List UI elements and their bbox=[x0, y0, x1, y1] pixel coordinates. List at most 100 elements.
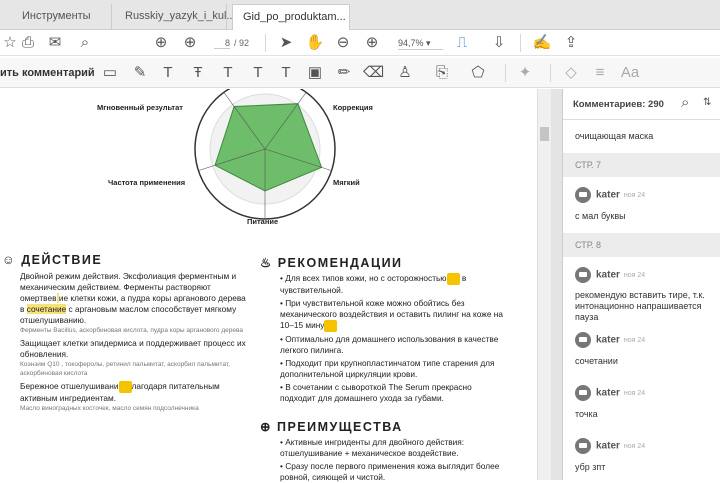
comment-header[interactable]: kater ноя 24 bbox=[575, 267, 645, 283]
action-p2: Защищает клетки эпидермиса и поддерживае… bbox=[20, 338, 246, 359]
shapes-icon[interactable]: ⬠ bbox=[468, 64, 488, 82]
comment-header[interactable]: kater ноя 24 bbox=[575, 385, 645, 401]
comment-text: сочетании bbox=[575, 356, 618, 366]
rec-item: Для всех типов кожи, но с осторожностью bbox=[285, 273, 447, 284]
action-p3a: Бережное отшелушивани bbox=[20, 381, 119, 392]
section-action: ☺ ДЕЙСТВИЕ Двойной режим действия. Эксфо… bbox=[2, 253, 252, 413]
radar-label-instant: Мгновенный результат bbox=[97, 103, 183, 112]
head-icon: ☺ bbox=[2, 253, 17, 267]
attach-icon[interactable]: ⎘ bbox=[432, 64, 452, 82]
zoom-value: 94,7% bbox=[398, 38, 424, 48]
add-text-icon[interactable]: T bbox=[276, 64, 296, 82]
pencil-icon[interactable]: ✏ bbox=[334, 64, 354, 82]
zoom-out-icon[interactable]: ⊖ bbox=[333, 34, 353, 52]
page-total: / 92 bbox=[234, 38, 250, 48]
page-header-8: СТР. 8 bbox=[563, 233, 720, 257]
page-number-input[interactable]: 8 bbox=[214, 38, 230, 49]
pencil-avatar-icon bbox=[575, 332, 591, 348]
sticky-note-icon[interactable]: ▭ bbox=[100, 64, 120, 82]
eraser-icon[interactable]: ⌫ bbox=[363, 64, 384, 82]
text-box-icon[interactable]: ▣ bbox=[305, 64, 325, 82]
panel-divider[interactable] bbox=[551, 89, 562, 480]
radar-label-correction: Коррекция bbox=[333, 103, 373, 112]
scroll-mode-icon[interactable]: ⇩ bbox=[489, 34, 509, 52]
main-toolbar: ☆ ⎙ ✉ ⌕ ⊕ ⊕ 8 / 92 ➤ ✋ ⊖ ⊕ 94,7% ▾ ⎍ ⇩ ✍… bbox=[0, 30, 720, 56]
comment-header[interactable]: kater ноя 24 bbox=[575, 187, 645, 203]
comment-text: очищающая маска bbox=[575, 131, 654, 141]
replace-text-icon[interactable]: T bbox=[218, 64, 238, 82]
note-avatar-icon bbox=[575, 267, 591, 283]
recs-title: РЕКОМЕНДАЦИИ bbox=[277, 256, 403, 270]
comment-note-icon[interactable] bbox=[446, 273, 460, 285]
next-page-icon[interactable]: ⊕ bbox=[180, 34, 200, 52]
comment-toolbar-label: ить комментарий bbox=[0, 67, 95, 79]
comment-text: убр зпт bbox=[575, 462, 606, 472]
comment-header[interactable]: kater ноя 24 bbox=[575, 332, 645, 348]
action-s2: Коэнзим Q10 , токоферолы, ретинил пальми… bbox=[20, 361, 230, 377]
tab-russkiy[interactable]: Russkiy_yazyk_i_kul... bbox=[115, 4, 236, 30]
comment-header[interactable]: kater ноя 24 bbox=[575, 438, 645, 454]
page-header-7: СТР. 7 bbox=[563, 153, 720, 177]
comments-count: Комментариев: 290 bbox=[573, 99, 664, 110]
mail-icon[interactable]: ✉ bbox=[45, 34, 65, 52]
action-title: ДЕЙСТВИЕ bbox=[21, 253, 103, 267]
share-icon[interactable]: ⇪ bbox=[561, 34, 581, 52]
lotion-icon: ♨ bbox=[260, 256, 273, 270]
tab-gid-label: Gid_po_produktam... bbox=[243, 11, 346, 23]
radar-label-mild: Мягкий bbox=[333, 178, 360, 187]
strikethrough-icon[interactable]: Ŧ bbox=[188, 64, 208, 82]
hand-tool-icon[interactable]: ✋ bbox=[305, 34, 325, 52]
print-icon[interactable]: ⎙ bbox=[18, 34, 38, 52]
rec-item: Подходит при крупнопластинчатом типе ста… bbox=[280, 358, 495, 379]
plus-circle-icon: ⊕ bbox=[260, 420, 272, 434]
zoom-in-icon[interactable]: ⊕ bbox=[362, 34, 382, 52]
comment-author: kater bbox=[596, 440, 620, 452]
note-avatar-icon bbox=[575, 438, 591, 454]
star-icon[interactable]: ☆ bbox=[0, 34, 20, 52]
tab-tools[interactable]: Инструменты bbox=[12, 4, 112, 30]
stamp-icon[interactable]: ♙ bbox=[395, 64, 415, 82]
fit-page-icon[interactable]: ⎍ bbox=[452, 34, 472, 52]
select-cursor-icon[interactable]: ➤ bbox=[276, 34, 296, 52]
sort-icon[interactable]: ⇅ bbox=[703, 97, 711, 108]
action-s1: Ферменты Bacillus, аскорбиновая кислота,… bbox=[20, 327, 243, 334]
scrollbar-thumb[interactable] bbox=[540, 127, 549, 141]
comment-note-icon[interactable] bbox=[324, 320, 338, 332]
rec-item: Оптимально для домашнего использования в… bbox=[280, 334, 499, 355]
search-icon[interactable]: ⌕ bbox=[681, 94, 689, 111]
rec-item: В сочетании с сывороткой The Serum прекр… bbox=[280, 382, 472, 403]
zoom-select[interactable]: 94,7% ▾ bbox=[398, 38, 443, 50]
rec-item: При чувствительной коже можно обойтись б… bbox=[280, 298, 503, 331]
benefits-title: ПРЕИМУЩЕСТВА bbox=[276, 420, 403, 434]
radar-label-frequency: Частота применения bbox=[108, 178, 186, 187]
comment-toolbar: ить комментарий ▭ ✎ T Ŧ T T T ▣ ✏ ⌫ ♙ ⎘ … bbox=[0, 58, 720, 88]
benefit-item: Сразу после первого применения кожа выгл… bbox=[280, 461, 500, 482]
prev-page-icon[interactable]: ⊕ bbox=[151, 34, 171, 52]
comment-text: рекомендую вставить тире, т.к. интонацио… bbox=[575, 290, 705, 322]
comments-panel: Комментариев: 290 ⌕ ⇅ очищающая маска СТ… bbox=[562, 89, 720, 480]
comment-author: kater bbox=[596, 387, 620, 399]
tab-gid[interactable]: Gid_po_produktam... × bbox=[232, 4, 350, 47]
radar-label-nutrition: Питание bbox=[247, 217, 279, 226]
comment-text: с мал буквы bbox=[575, 211, 626, 221]
font-icon[interactable]: Aa bbox=[620, 64, 640, 82]
benefit-item: Активные ингриденты для двойного действи… bbox=[280, 437, 465, 458]
document-page: Мгновенный результат Коррекция Мягкий Пи… bbox=[0, 89, 537, 482]
comment-date: ноя 24 bbox=[623, 192, 646, 200]
section-benefits: ⊕ ПРЕИМУЩЕСТВА • Активные ингриденты для… bbox=[260, 420, 500, 482]
search-zoom-icon[interactable]: ⌕ bbox=[75, 34, 95, 52]
comment-author: kater bbox=[596, 189, 620, 201]
document-scrollbar[interactable] bbox=[537, 89, 551, 480]
comment-date: ноя 24 bbox=[623, 337, 646, 345]
line-weight-icon[interactable]: ≡ bbox=[590, 64, 610, 82]
insert-text-icon[interactable]: T bbox=[248, 64, 268, 82]
sign-icon[interactable]: ✍ bbox=[532, 34, 552, 52]
comment-note-icon[interactable] bbox=[118, 381, 132, 393]
fill-color-icon[interactable]: ◇ bbox=[561, 64, 581, 82]
tab-bar: Инструменты Russkiy_yazyk_i_kul... Gid_p… bbox=[0, 0, 720, 47]
highlighted-word[interactable]: сочетание bbox=[26, 304, 67, 314]
highlight-icon[interactable]: ✎ bbox=[130, 64, 150, 82]
underline-text-icon[interactable]: T bbox=[158, 64, 178, 82]
comment-author: kater bbox=[596, 334, 620, 346]
pin-icon[interactable]: ✦ bbox=[515, 64, 535, 82]
